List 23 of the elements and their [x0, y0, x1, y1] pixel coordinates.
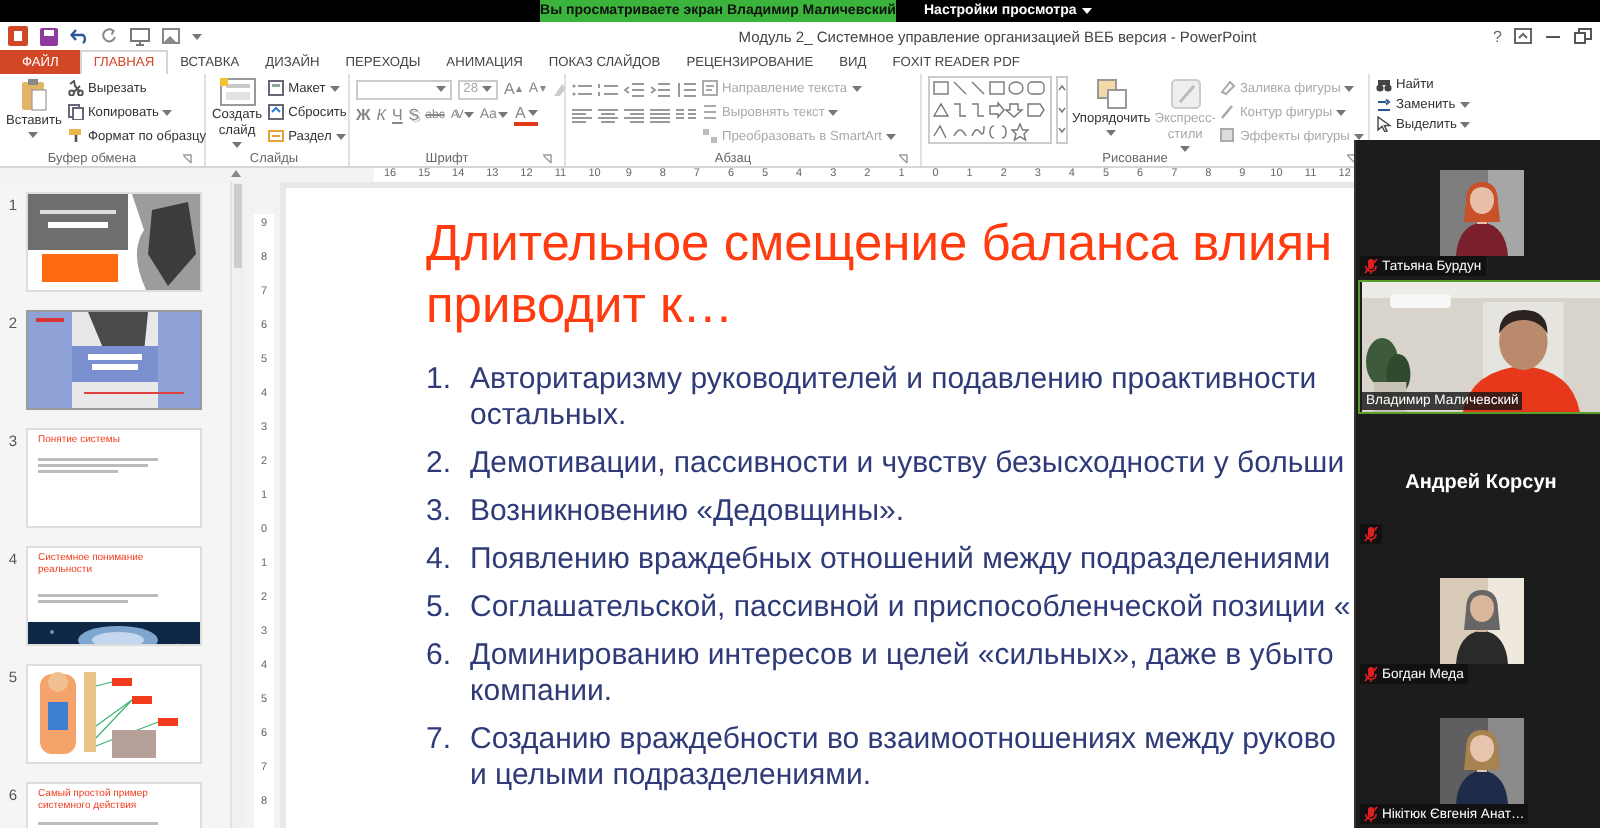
- list-number: 1.: [426, 362, 454, 400]
- list-number: 6.: [426, 638, 454, 676]
- list-number: 2.: [426, 446, 454, 482]
- grow-font-button[interactable]: A: [504, 80, 523, 98]
- list-item-text: Появлению враждебных отношений между подразделениями: [470, 542, 1331, 578]
- format-button[interactable]: Ж: [356, 106, 371, 124]
- list-item-text: Авторитаризму руководителей и подавлению проактивности остальных.: [470, 362, 1317, 434]
- list-item-text: Соглашательской, пассивной и приспособленческой позиции «: [470, 590, 1351, 626]
- list-number: 5.: [426, 590, 454, 626]
- list-number: 4.: [426, 542, 454, 578]
- format-button[interactable]: A: [514, 104, 538, 126]
- help-button[interactable]: ?: [1493, 27, 1502, 45]
- format-button[interactable]: Ч: [391, 106, 403, 124]
- slide-title: Длительное смещение баланса влиян приводит к…: [426, 214, 1333, 338]
- list-item-text: Возникновению «Дедовщины».: [470, 494, 905, 530]
- list-number: 7.: [426, 722, 454, 760]
- list-item-text: Доминированию интересов и целей «сильных», даже в убыто компании.: [470, 638, 1334, 710]
- format-button[interactable]: К: [376, 106, 386, 124]
- participant-name: Андрей Корсун: [1405, 472, 1557, 494]
- list-item-text: Созданию враждебности во взаимоотношениях между руково и целыми подразделениями.: [470, 722, 1337, 794]
- format-button[interactable]: S: [408, 106, 420, 124]
- list-number: 3.: [426, 494, 454, 530]
- list-item-text: Демотивации, пассивности и чувству безысходности у больши: [470, 446, 1345, 482]
